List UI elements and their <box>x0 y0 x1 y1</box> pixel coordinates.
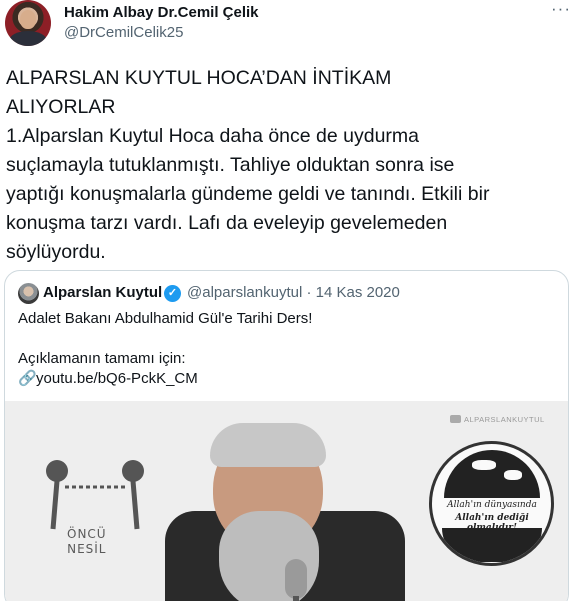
globe-continent <box>504 470 522 480</box>
youtube-icon <box>450 415 461 423</box>
wall-logo-text: ÖNCÜ NESİL <box>67 527 107 557</box>
wall-logo-line: NESİL <box>67 542 107 556</box>
channel-watermark: ALPARSLANKUYTUL <box>450 415 545 424</box>
quoted-text: Adalet Bakanı Abdulhamid Gül'e Tarihi De… <box>18 309 558 389</box>
avatar-face <box>20 10 36 29</box>
tweet-line: ALPARSLAN KUYTUL HOCA’DAN İNTİKAM <box>6 67 392 89</box>
video-thumbnail[interactable]: ALPARSLANKUYTUL ÖNCÜ NESİL Allah'ın düny… <box>5 401 568 601</box>
quoted-text-line: Adalet Bakanı Abdulhamid Gül'e Tarihi De… <box>18 310 313 327</box>
author-name[interactable]: Hakim Albay Dr.Cemil Çelik <box>64 4 259 21</box>
globe-bottom <box>442 528 542 562</box>
watermark-text: ALPARSLANKUYTUL <box>464 415 545 424</box>
quoted-author-name: Alparslan Kuytul <box>43 284 163 301</box>
more-dots-icon[interactable]: ··· <box>549 0 573 24</box>
quoted-text-line: Açıklamanın tamamı için: <box>18 350 186 367</box>
tweet-line: yaptığı konuşmalarla gündeme geldi ve ta… <box>6 183 490 205</box>
tweet-line: söylüyordu. <box>6 241 106 263</box>
author-avatar[interactable] <box>5 0 51 46</box>
tweet-line: ALIYORLAR <box>6 96 116 118</box>
tweet-line: 1.Alparslan Kuytul Hoca daha önce de uyd… <box>6 125 420 147</box>
link-icon: 🔗 <box>18 370 37 387</box>
verified-badge-icon: ✓ <box>164 285 181 302</box>
tweet-line: suçlamayla tutuklanmıştı. Tahliye oldukt… <box>6 154 455 176</box>
emblem-line: Allah'ın dünyasında <box>447 500 537 510</box>
wall-logo-line: ÖNCÜ <box>67 527 107 541</box>
avatar-suit <box>9 31 47 46</box>
quoted-link[interactable]: youtu.be/bQ6-PckK_CM <box>36 370 198 387</box>
quoted-handle-date: @alparslankuytul · 14 Kas 2020 <box>187 284 400 301</box>
globe-continent <box>472 460 496 470</box>
quoted-text-blank <box>18 329 558 349</box>
quoted-tweet[interactable]: Alparslan Kuytul ✓ @alparslankuytul · 14… <box>4 270 569 601</box>
microphone-icon <box>285 559 307 599</box>
speaker-hair <box>210 423 326 467</box>
quoted-link-line[interactable]: 🔗youtu.be/bQ6-PckK_CM <box>18 369 558 389</box>
quoted-avatar[interactable] <box>18 283 39 304</box>
microphone-stand <box>293 596 299 601</box>
tweet-text: ALPARSLAN KUYTUL HOCA’DAN İNTİKAM ALIYOR… <box>6 64 566 267</box>
globe-emblem: Allah'ın dünyasında Allah'ın dediği olma… <box>429 441 554 566</box>
globe-icon <box>444 450 540 498</box>
tweet-line: konuşma tarzı vardı. Lafı da eveleyip ge… <box>6 212 448 234</box>
author-handle[interactable]: @DrCemilCelik25 <box>64 24 183 41</box>
